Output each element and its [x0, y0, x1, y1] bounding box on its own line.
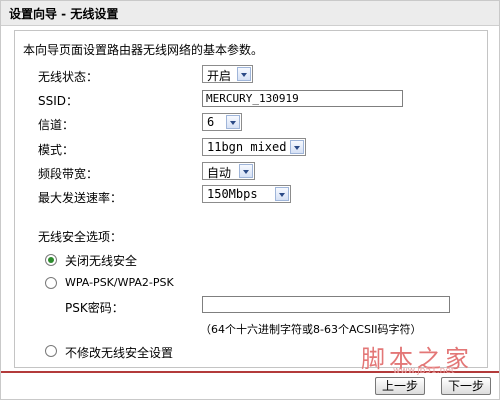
bandwidth-label: 频段带宽：: [38, 167, 99, 181]
security-off-label: 关闭无线安全: [65, 254, 138, 268]
chevron-down-icon[interactable]: [239, 164, 253, 178]
wizard-window: 设置向导 - 无线设置 本向导页面设置路由器无线网络的基本参数。 无线状态： 开…: [0, 0, 500, 400]
max-rate-select[interactable]: 150Mbps: [202, 185, 291, 203]
wireless-status-select[interactable]: 开启: [202, 65, 253, 83]
security-heading: 无线安全选项：: [38, 230, 123, 244]
channel-select[interactable]: 6: [202, 113, 242, 131]
back-button[interactable]: 上一步: [375, 377, 425, 395]
window-title: 设置向导 - 无线设置: [9, 7, 119, 21]
bandwidth-value: 自动: [207, 166, 232, 180]
max-rate-value: 150Mbps: [207, 187, 258, 201]
wireless-status-label: 无线状态：: [38, 70, 99, 84]
chevron-down-icon[interactable]: [290, 140, 304, 154]
chevron-down-icon[interactable]: [226, 115, 240, 129]
wpa-psk-label: WPA-PSK/WPA2-PSK: [65, 276, 174, 289]
radio-wpa-psk[interactable]: [45, 277, 57, 289]
channel-value: 6: [207, 115, 215, 129]
psk-password-input[interactable]: [202, 296, 450, 313]
ssid-label: SSID：: [38, 94, 79, 108]
psk-hint: （64个十六进制字符或8-63个ACSII码字符）: [200, 323, 422, 336]
mode-label: 模式：: [38, 143, 75, 157]
mode-select[interactable]: 11bgn mixed: [202, 138, 306, 156]
channel-label: 信道：: [38, 118, 75, 132]
psk-password-label: PSK密码：: [65, 301, 124, 315]
no-change-label: 不修改无线安全设置: [65, 346, 174, 360]
ssid-input[interactable]: MERCURY_130919: [202, 90, 403, 107]
title-bar: 设置向导 - 无线设置: [1, 1, 499, 26]
intro-text: 本向导页面设置路由器无线网络的基本参数。: [23, 43, 264, 57]
watermark-url: www.jb51.net: [393, 366, 455, 376]
ssid-value: MERCURY_130919: [206, 92, 299, 105]
mode-value: 11bgn mixed: [207, 140, 287, 154]
next-button[interactable]: 下一步: [441, 377, 491, 395]
radio-no-change[interactable]: [45, 345, 57, 357]
max-rate-label: 最大发送速率：: [38, 191, 123, 205]
wireless-status-value: 开启: [207, 69, 232, 83]
radio-security-off[interactable]: [45, 254, 57, 266]
bandwidth-select[interactable]: 自动: [202, 162, 255, 180]
chevron-down-icon[interactable]: [237, 67, 251, 81]
chevron-down-icon[interactable]: [275, 187, 289, 201]
